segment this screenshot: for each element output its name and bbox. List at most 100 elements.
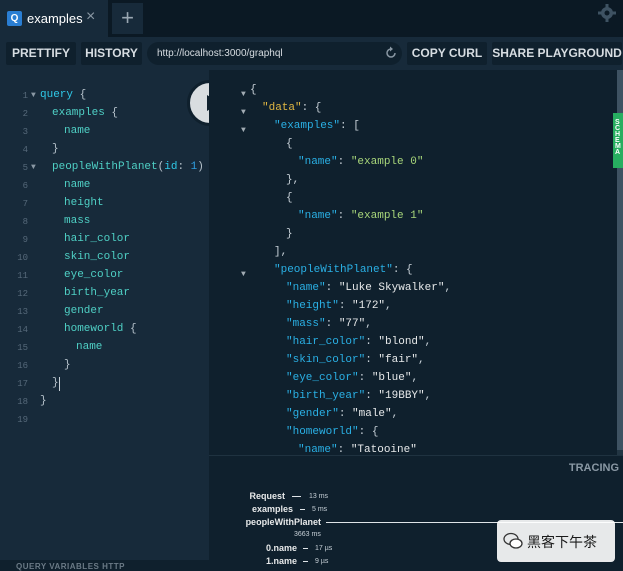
query-variables-tab[interactable]: QUERY VARIABLES HTTP [16,562,125,571]
line-number: 2 [22,109,28,119]
fold-arrow-icon[interactable]: ▼ [241,90,246,99]
endpoint-url-text: http://localhost:3000/graphql [157,48,283,59]
trace-label-request: Request [249,491,285,501]
code-line-16: } [64,359,71,371]
code-line-9: hair_color [64,233,131,245]
trace-duration: 17 µs [315,545,333,552]
code-line-10: skin_color [64,251,131,263]
fold-arrow-icon[interactable]: ▼ [31,163,36,172]
json-line: "mass": "77", [286,318,372,330]
tab-examples[interactable]: Q examples × [0,0,108,37]
json-line: "hair_color": "blond", [286,336,432,348]
line-number: 17 [17,379,28,389]
json-line: "birth_year": "19BBY", [286,390,432,402]
tab-label: examples [27,11,83,26]
trace-label-peoplewithplanet: peopleWithPlanet [245,517,321,527]
endpoint-url-input[interactable]: http://localhost:3000/graphql [147,42,402,65]
json-line: "skin_color": "fair", [286,354,425,366]
json-line: } [286,228,293,240]
json-line: "peopleWithPlanet": { [274,264,413,276]
code-line-4: } [52,143,59,155]
code-line-18: } [40,395,47,407]
copy-curl-button[interactable]: COPY CURL [407,42,487,65]
trace-duration: 13 ms [309,493,329,500]
json-line: "name": "Tatooine" [298,444,417,455]
trace-bar [292,496,301,497]
fold-arrow-icon[interactable]: ▼ [241,126,246,135]
tracing-title[interactable]: TRACING [569,462,619,474]
watermark-text: 黑客下午茶 [527,535,597,551]
code-line-12: birth_year [64,287,131,299]
code-line-15: name [76,341,103,353]
gear-icon[interactable] [597,3,617,23]
fold-arrow-icon[interactable]: ▼ [241,270,246,279]
line-number: 7 [22,199,28,209]
json-line: { [250,84,257,96]
line-number: 16 [17,361,28,371]
code-line-5: peopleWithPlanet(id: 1) { [52,161,218,173]
prettify-button[interactable]: PRETTIFY [6,42,76,65]
json-line: "examples": [ [274,120,360,132]
json-line: "name": "example 1" [298,210,424,222]
json-line: "gender": "male", [286,408,399,420]
code-line-2: examples { [52,107,119,119]
reload-icon[interactable] [383,45,399,61]
new-tab-button[interactable]: + [112,3,143,34]
fold-arrow-icon[interactable]: ▼ [31,91,36,100]
trace-bar [303,548,308,549]
line-number: 13 [17,307,28,317]
trace-duration: 9 µs [315,558,329,565]
line-number: 4 [22,145,28,155]
text-cursor [59,377,60,391]
json-line: "eye_color": "blue", [286,372,419,384]
code-line-14: homeworld { [64,323,137,335]
line-number: 5 [22,163,28,173]
toolbar: PRETTIFY HISTORY http://localhost:3000/g… [0,37,623,70]
code-line-11: eye_color [64,269,124,281]
line-number: 8 [22,217,28,227]
code-line-17: } [52,377,59,389]
json-line: "height": "172", [286,300,392,312]
json-line: "name": "Luke Skywalker", [286,282,452,294]
code-line-6: name [64,179,91,191]
trace-bar [300,509,305,510]
json-line: }, [286,174,300,186]
line-number: 1 [22,91,28,101]
trace-bar [303,561,308,562]
result-viewer[interactable]: ▼ ▼ ▼ ▼ { "data": { "examples": [ { "nam… [209,70,614,455]
share-playground-button[interactable]: SHARE PLAYGROUND [492,42,622,65]
line-number: 12 [17,289,28,299]
close-icon[interactable]: × [86,8,95,26]
line-number: 14 [17,325,28,335]
schema-tab-label: SCHEMA [615,119,621,156]
query-editor[interactable]: 1 2 3 4 5 6 7 8 9 10 11 12 13 14 15 16 1… [0,70,217,560]
line-number: 9 [22,235,28,245]
code-line-3: name [64,125,91,137]
graphql-badge-icon: Q [7,11,22,26]
line-number: 3 [22,127,28,137]
json-line: "name": "example 0" [298,156,424,168]
code-line-13: gender [64,305,104,317]
code-line-1: query { [40,89,87,101]
json-line: { [286,192,293,204]
json-line: ], [274,246,288,258]
trace-label-examples: examples [251,504,293,514]
line-number: 18 [17,397,28,407]
code-line-8: mass [64,215,91,227]
trace-duration: 3663 ms [294,531,321,538]
json-line: "data": { [262,102,322,114]
wechat-icon [503,532,523,549]
code-line-7: height [64,197,104,209]
line-number: 6 [22,181,28,191]
trace-label-name1: 1.name [265,556,297,566]
history-button[interactable]: HISTORY [81,42,142,65]
json-line: { [286,138,293,150]
tab-bar: Q examples × + [0,0,623,37]
json-line: "homeworld": { [286,426,379,438]
line-number: 10 [17,253,28,263]
fold-arrow-icon[interactable]: ▼ [241,108,246,117]
trace-label-name0: 0.name [265,543,297,553]
line-number: 15 [17,343,28,353]
watermark: 黑客下午茶 [497,520,615,562]
trace-duration: 5 ms [312,506,328,513]
